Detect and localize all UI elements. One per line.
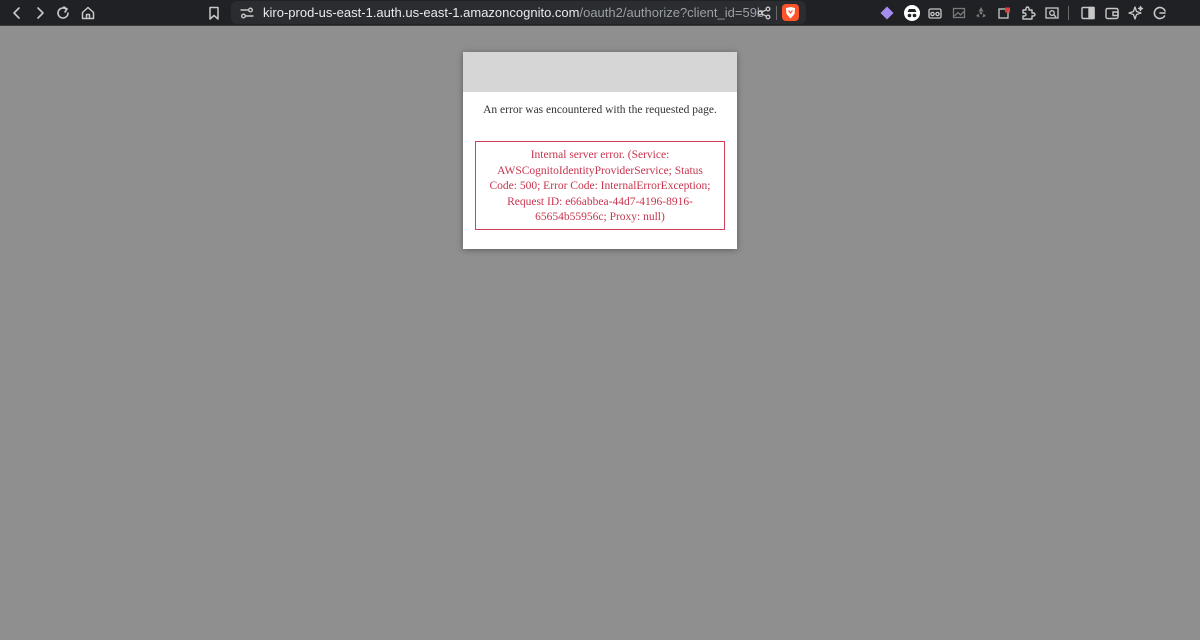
share-icon[interactable] [754,3,774,23]
glasses-extension-icon[interactable] [925,3,945,23]
url-path: /oauth2/authorize?client_id=59bd1... [579,5,763,20]
red-extension-icon[interactable] [994,3,1014,23]
bookmark-icon[interactable] [204,3,224,23]
url-host: kiro-prod-us-east-1.auth.us-east-1.amazo… [263,5,580,20]
site-settings-icon[interactable] [237,3,257,23]
error-card: An error was encountered with the reques… [463,52,737,249]
card-header [463,52,737,92]
leo-ai-icon[interactable] [1126,3,1146,23]
profile-icon[interactable] [1150,3,1170,23]
error-message: An error was encountered with the reques… [483,104,717,116]
extensions-puzzle-icon[interactable] [1018,3,1038,23]
url-text[interactable]: kiro-prod-us-east-1.auth.us-east-1.amazo… [263,4,763,21]
forward-icon[interactable] [30,3,50,23]
address-bar[interactable]: kiro-prod-us-east-1.auth.us-east-1.amazo… [231,1,806,24]
error-details-box: Internal server error. (Service: AWSCogn… [475,141,725,230]
wallet-icon[interactable] [1102,3,1122,23]
screenshot-extension-icon[interactable] [1042,3,1062,23]
browser-toolbar: kiro-prod-us-east-1.auth.us-east-1.amazo… [0,0,1200,26]
back-icon[interactable] [7,3,27,23]
home-icon[interactable] [78,3,98,23]
sidebar-icon[interactable] [1078,3,1098,23]
reload-icon[interactable] [53,3,73,23]
incognito-extension-icon[interactable] [902,3,922,23]
url-divider [776,6,777,20]
radiation-extension-icon[interactable] [971,3,991,23]
image-extension-icon[interactable] [949,3,969,23]
toolbar-divider [1068,6,1069,20]
gem-extension-icon[interactable] [877,3,897,23]
brave-shields-icon[interactable] [782,4,799,21]
